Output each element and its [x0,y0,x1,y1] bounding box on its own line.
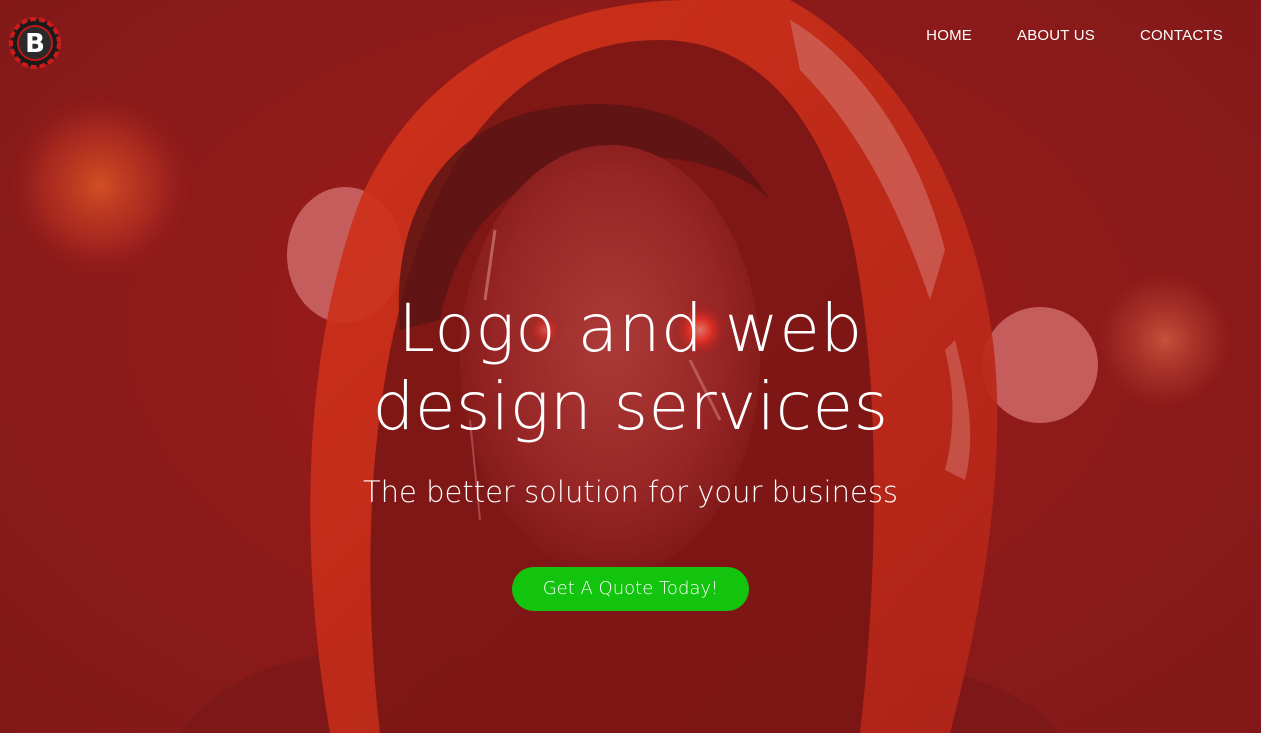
b-letter-logo-icon[interactable]: B [8,16,62,70]
hero-title-line-1: Logo and web [398,290,863,367]
hero-title: Logo and web design services [311,290,951,446]
nav-item-contacts[interactable]: CONTACTS [1140,26,1223,46]
main-nav: HOME ABOUT US CONTACTS [926,26,1223,46]
hero-content: Logo and web design services The better … [0,290,1261,611]
nav-item-home[interactable]: HOME [926,26,972,46]
get-quote-button[interactable]: Get A Quote Today! [512,567,749,611]
hero-subtitle: The better solution for your business [362,475,899,509]
nav-item-about-us[interactable]: ABOUT US [1017,26,1095,46]
logo-letter: B [25,29,45,59]
hero-title-line-2: design services [372,368,889,445]
